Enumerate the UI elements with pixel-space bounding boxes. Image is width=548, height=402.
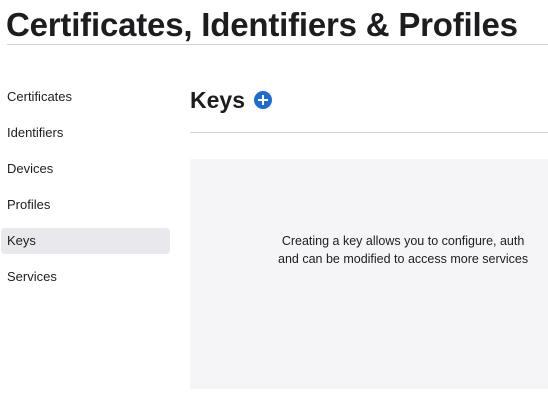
sidebar-item-services[interactable]: Services — [0, 264, 171, 290]
sidebar-item-profiles[interactable]: Profiles — [0, 192, 171, 218]
sidebar-item-devices[interactable]: Devices — [0, 156, 171, 182]
empty-state-panel: Creating a key allows you to configure, … — [190, 159, 548, 389]
sidebar-item-identifiers[interactable]: Identifiers — [0, 120, 171, 146]
sidebar-item-certificates[interactable]: Certificates — [0, 84, 171, 110]
page-title: Certificates, Identifiers & Profiles — [6, 6, 518, 43]
add-key-button[interactable] — [253, 91, 272, 109]
sidebar: Certificates Identifiers Devices Profile… — [0, 84, 171, 300]
empty-state-text: Creating a key allows you to configure, … — [278, 232, 528, 268]
section-header: Keys — [190, 84, 272, 116]
section-divider — [190, 132, 548, 133]
empty-state-line-1: Creating a key allows you to configure, … — [281, 234, 525, 248]
empty-state-line-2: and can be modified to access more servi… — [278, 252, 529, 266]
sidebar-item-keys[interactable]: Keys — [1, 228, 170, 254]
title-divider — [7, 44, 548, 45]
section-title: Keys — [190, 87, 245, 113]
